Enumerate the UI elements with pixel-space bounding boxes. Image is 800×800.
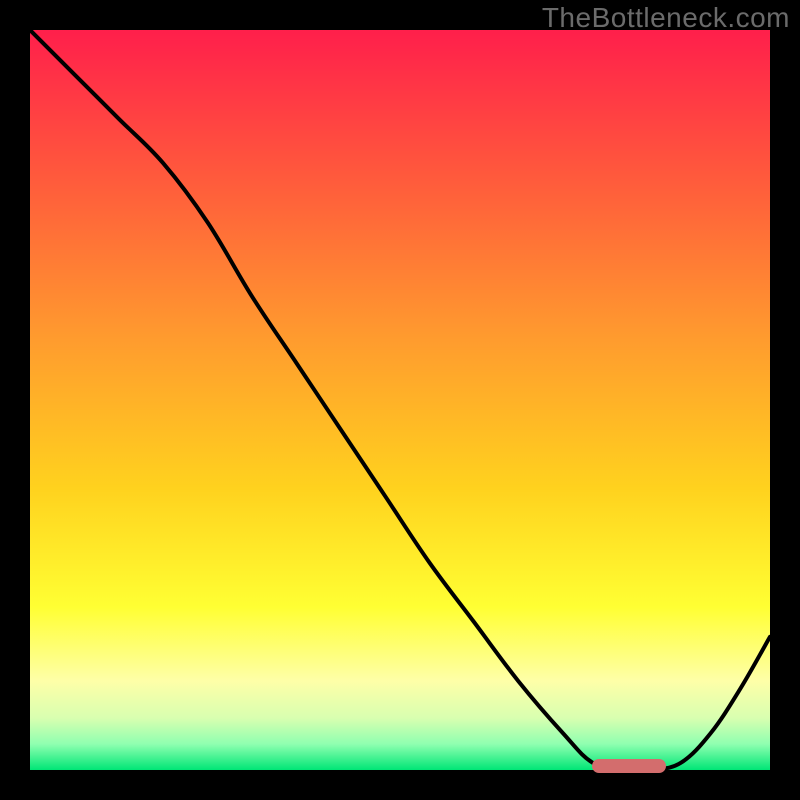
chart-frame: TheBottleneck.com [0,0,800,800]
plot-area [30,30,770,770]
bottleneck-curve [30,30,770,770]
curve-path [30,30,770,770]
optimal-range-marker [592,759,666,773]
